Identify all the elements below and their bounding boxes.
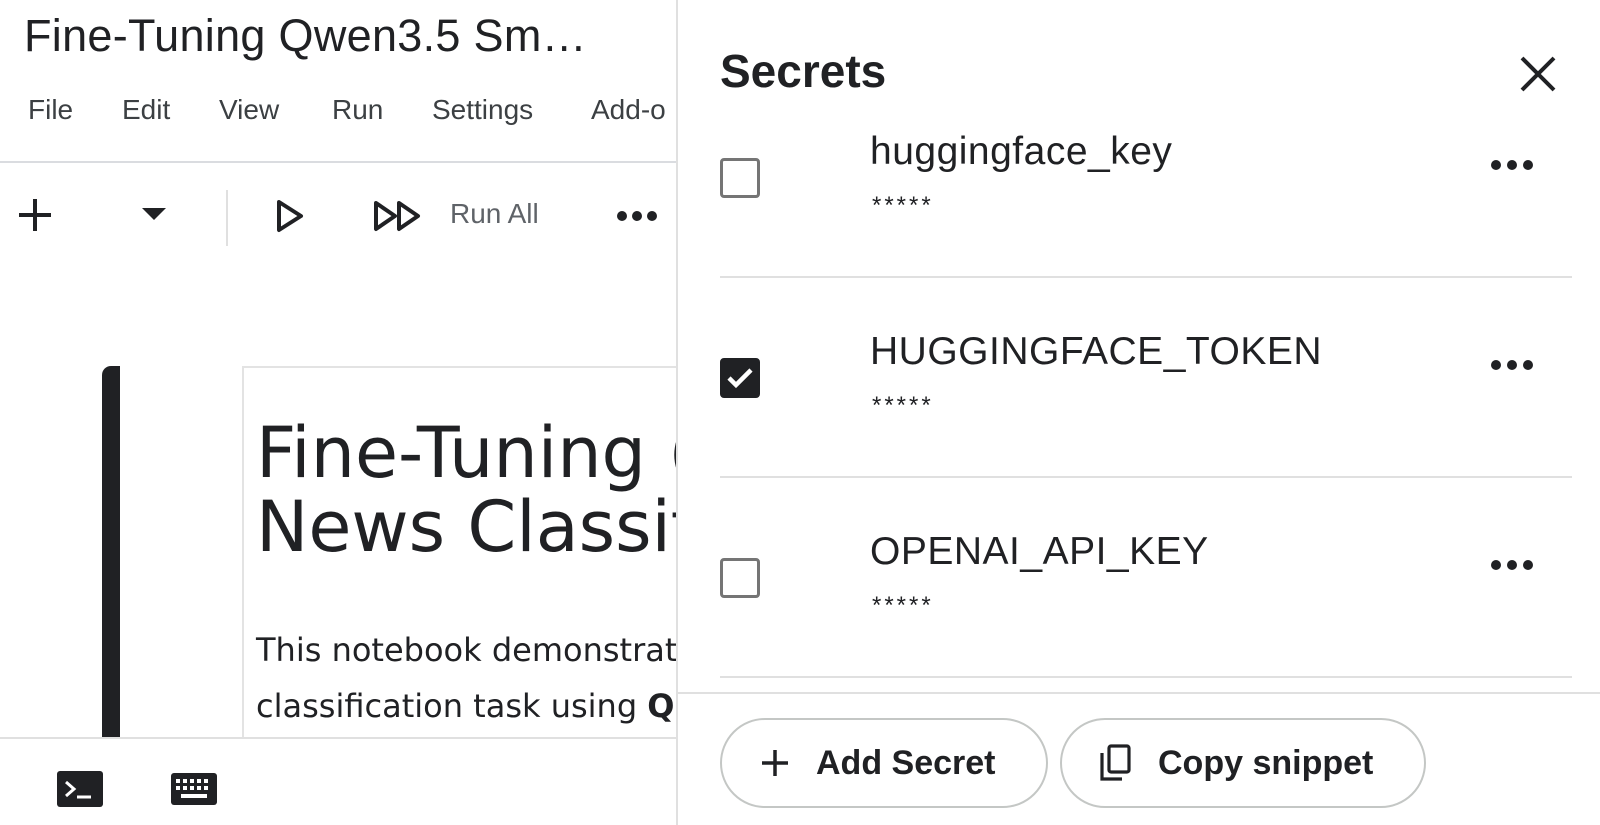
add-cell-button[interactable] [12,192,58,238]
secret-row: HUGGINGFACE_TOKEN ***** [720,280,1572,478]
caret-down-icon [142,208,166,220]
secret-name: OPENAI_API_KEY [870,530,1209,573]
secret-row: huggingface_key ***** [720,80,1572,278]
terminal-button[interactable] [54,767,106,811]
add-secret-button[interactable]: Add Secret [720,718,1048,808]
secret-row: OPENAI_API_KEY ***** [720,480,1572,678]
notebook-toolbar: Run All [0,180,676,260]
notebook-access-checkbox[interactable] [720,558,760,598]
secret-options-button[interactable] [1490,358,1550,398]
notebook-access-checkbox[interactable] [720,358,760,398]
secret-value: ***** [872,192,934,219]
check-icon [727,368,753,389]
menu-bar: File Edit View Run Settings Add-o [0,94,676,140]
menu-settings[interactable]: Settings [432,94,533,126]
menu-add-ons[interactable]: Add-o [591,94,666,126]
menu-run[interactable]: Run [332,94,383,126]
secret-name: huggingface_key [870,130,1173,173]
bottom-bar [0,737,676,825]
notebook-title[interactable]: Fine-Tuning Qwen3.5 Sm… [24,10,587,62]
add-secret-label: Add Secret [816,743,996,782]
cell-body-text-span: classification task using [256,687,648,725]
run-all-icon-button[interactable] [372,194,424,238]
menu-divider [0,161,676,163]
cell-heading-line: Fine-Tuning ( [256,412,676,494]
cell-heading: Fine-Tuning ( News Classifi [256,416,676,564]
plus-icon [762,750,788,776]
menu-edit[interactable]: Edit [122,94,170,126]
secret-value: ***** [872,592,934,619]
cell-body-line: classification task using QL [256,678,676,734]
secret-options-button[interactable] [1490,158,1550,198]
add-cell-dropdown[interactable] [136,196,172,232]
cell-heading-line: News Classifi [256,486,676,568]
secret-name: HUGGINGFACE_TOKEN [870,330,1323,373]
secret-value: ***** [872,392,934,419]
cell-body-text: This notebook demonstrate classification… [256,622,676,734]
run-all-button[interactable]: Run All [450,198,539,230]
cell-body-line: This notebook demonstrate [256,631,676,669]
more-horizontal-icon [1491,360,1533,370]
menu-file[interactable]: File [28,94,73,126]
more-horizontal-icon [1491,560,1533,570]
keyboard-shortcuts-button[interactable] [168,767,220,811]
active-cell-indicator [102,366,120,746]
notebook-area: Fine-Tuning Qwen3.5 Sm… File Edit View R… [0,0,676,825]
cell-body-bold: QL [647,687,676,725]
notebook-access-checkbox[interactable] [720,158,760,198]
more-horizontal-icon [617,211,657,221]
terminal-icon [57,771,103,807]
plus-icon [19,199,51,231]
secrets-panel: Secrets huggingface_key ***** HUGGINGFAC… [676,0,1600,825]
copy-snippet-button[interactable]: Copy snippet [1060,718,1426,808]
toolbar-separator [226,190,228,246]
menu-view[interactable]: View [219,94,279,126]
panel-footer-divider [678,692,1600,694]
more-horizontal-icon [1491,160,1533,170]
fast-forward-icon [374,201,420,231]
play-icon [277,200,303,232]
copy-snippet-label: Copy snippet [1158,743,1374,782]
keyboard-icon [171,773,217,805]
secret-options-button[interactable] [1490,558,1550,598]
toolbar-more-button[interactable] [614,198,660,234]
copy-icon [1100,744,1131,781]
run-cell-button[interactable] [270,194,310,238]
